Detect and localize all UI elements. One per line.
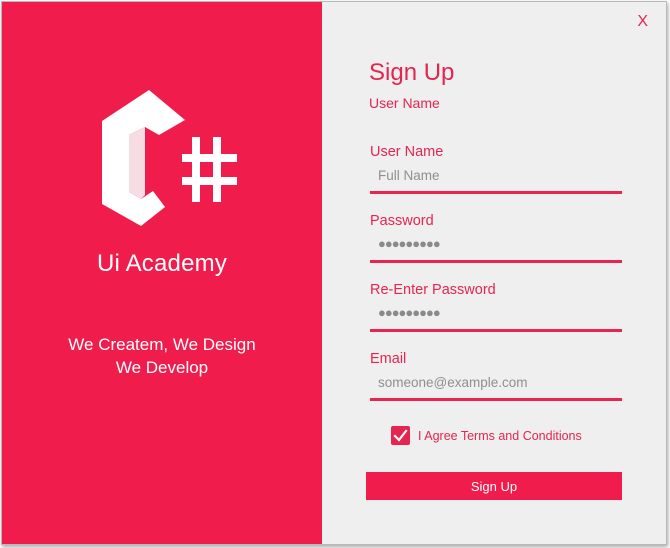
email-field-container xyxy=(370,368,622,401)
signup-window: Ui Academy We Createm, We Design We Deve… xyxy=(1,1,667,545)
password-label: Password xyxy=(370,213,434,229)
tagline-line-2: We Develop xyxy=(115,358,209,377)
form-panel: X Sign Up User Name User Name Password ●… xyxy=(322,2,666,544)
form-subtitle: User Name xyxy=(369,95,440,111)
reenter-password-masked-value: ●●●●●●●●● xyxy=(378,305,441,320)
form-title: Sign Up xyxy=(369,59,455,86)
username-field-container xyxy=(370,161,622,194)
branding-panel: Ui Academy We Createm, We Design We Deve… xyxy=(2,2,322,544)
username-input[interactable] xyxy=(370,161,622,189)
password-masked-value: ●●●●●●●●● xyxy=(378,236,441,251)
sign-up-button[interactable]: Sign Up xyxy=(366,472,622,500)
terms-label: I Agree Terms and Conditions xyxy=(418,429,582,443)
checkmark-icon xyxy=(393,429,408,442)
reenter-password-field[interactable]: ●●●●●●●●● xyxy=(370,299,622,332)
reenter-password-label: Re-Enter Password xyxy=(370,282,496,298)
email-input[interactable] xyxy=(370,368,622,396)
tagline-line-1: We Createm, We Design xyxy=(68,335,256,354)
password-field[interactable]: ●●●●●●●●● xyxy=(370,230,622,263)
brand-name: Ui Academy xyxy=(96,250,228,277)
csharp-logo xyxy=(102,90,237,226)
email-label: Email xyxy=(370,351,407,367)
username-label: User Name xyxy=(370,144,444,160)
close-button[interactable]: X xyxy=(637,13,648,31)
terms-checkbox[interactable] xyxy=(391,426,410,445)
